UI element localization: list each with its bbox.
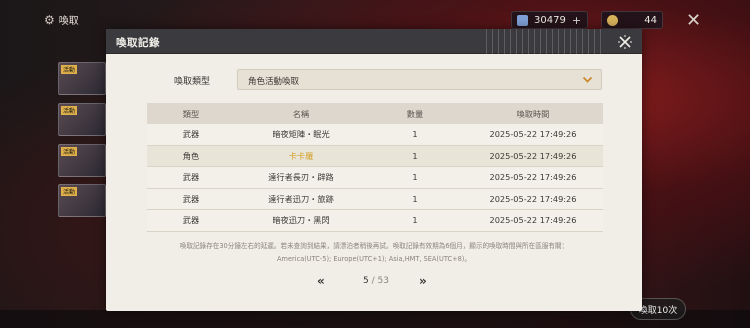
row-time: 2025-05-22 17:49:26 bbox=[489, 172, 577, 183]
banner-tab[interactable]: 活動 bbox=[58, 103, 106, 136]
next-page-icon[interactable]: » bbox=[419, 274, 427, 288]
banner-tab-tag: 活動 bbox=[61, 65, 78, 74]
prev-page-icon[interactable]: « bbox=[317, 274, 325, 288]
close-icon[interactable] bbox=[615, 32, 635, 52]
row-qty: 1 bbox=[412, 172, 418, 183]
banner-tab[interactable]: 活動 bbox=[58, 144, 106, 177]
row-name: 遠行者迅刀・旅跡 bbox=[268, 193, 334, 204]
currency-astrite[interactable]: 30479 + bbox=[511, 11, 588, 29]
table-row: 武器 暗夜矩陣・眠光 1 2025-05-22 17:49:26 bbox=[147, 124, 603, 146]
table-row: 角色 卡卡羅 1 2025-05-22 17:49:26 bbox=[147, 145, 603, 167]
table-row: 武器 遠行者長刃・辟路 1 2025-05-22 17:49:26 bbox=[147, 167, 603, 189]
currency-astrite-value: 30479 bbox=[534, 14, 566, 26]
pagination: « 5 / 53 » bbox=[106, 274, 642, 290]
top-title: ⚙ 喚取 bbox=[44, 12, 79, 28]
banner-tab-tag: 活動 bbox=[61, 106, 78, 115]
header-decoration bbox=[486, 29, 606, 54]
header-qty: 數量 bbox=[406, 108, 424, 119]
row-time: 2025-05-22 17:49:26 bbox=[489, 193, 577, 204]
currency-tide-value: 44 bbox=[644, 14, 657, 26]
row-time: 2025-05-22 17:49:26 bbox=[489, 215, 577, 226]
header-time: 喚取時間 bbox=[516, 108, 550, 119]
tide-icon bbox=[607, 14, 618, 26]
convene-type-dropdown[interactable]: 角色活動喚取 bbox=[237, 69, 602, 90]
table-row: 武器 遠行者迅刀・旅跡 1 2025-05-22 17:49:26 bbox=[147, 188, 603, 210]
astrite-icon bbox=[517, 14, 528, 26]
table-row: 武器 暗夜迅刀・黑閃 1 2025-05-22 17:49:26 bbox=[147, 210, 603, 232]
close-icon[interactable]: ✕ bbox=[686, 10, 701, 31]
banner-tab[interactable]: 活動 bbox=[58, 62, 106, 95]
row-qty: 1 bbox=[412, 129, 418, 140]
plus-icon[interactable]: + bbox=[572, 14, 581, 27]
row-name: 暗夜迅刀・黑閃 bbox=[272, 215, 330, 226]
row-qty: 1 bbox=[412, 150, 418, 161]
modal-title: 喚取記錄 bbox=[116, 37, 160, 49]
page-total: 53 bbox=[377, 276, 389, 286]
history-table: 類型 名稱 數量 喚取時間 武器 暗夜矩陣・眠光 1 2025-05-22 17… bbox=[147, 103, 603, 232]
modal-header: 喚取記錄 bbox=[106, 29, 642, 54]
note-line-2: America(UTC-5); Europe(UTC+1); Asia,HMT,… bbox=[277, 255, 471, 263]
close-x-glyph bbox=[618, 35, 632, 49]
table-header: 類型 名稱 數量 喚取時間 bbox=[147, 103, 603, 124]
dropdown-value: 角色活動喚取 bbox=[248, 77, 300, 87]
convene-history-modal: 喚取記錄 喚取類型 角色活動喚取 類型 名稱 數量 喚取時間 武器 暗夜矩陣・眠… bbox=[106, 29, 642, 311]
note-line-1: 喚取記錄存在30分鐘左右的延遲。若未查詢到結果，請漂泊者稍後再試。喚取記錄有效期… bbox=[179, 242, 569, 250]
banner-tab-tag: 活動 bbox=[61, 187, 78, 196]
row-type: 武器 bbox=[182, 129, 200, 140]
chevron-down-icon bbox=[582, 76, 593, 83]
row-type: 武器 bbox=[182, 193, 200, 204]
row-qty: 1 bbox=[412, 215, 418, 226]
banner-tab[interactable]: 活動 bbox=[58, 184, 106, 217]
row-name: 卡卡羅 bbox=[288, 150, 314, 161]
row-name: 暗夜矩陣・眠光 bbox=[272, 129, 330, 140]
row-name: 遠行者長刃・辟路 bbox=[268, 172, 334, 183]
banner-tab-tag: 活動 bbox=[61, 147, 78, 156]
gear-icon: ⚙ bbox=[44, 12, 55, 27]
top-title-label: 喚取 bbox=[58, 16, 79, 27]
row-time: 2025-05-22 17:49:26 bbox=[489, 129, 577, 140]
header-type: 類型 bbox=[182, 108, 200, 119]
row-type: 角色 bbox=[182, 150, 200, 161]
row-type: 武器 bbox=[182, 172, 200, 183]
history-note: 喚取記錄存在30分鐘左右的延遲。若未查詢到結果，請漂泊者稍後再試。喚取記錄有效期… bbox=[144, 240, 604, 266]
row-time: 2025-05-22 17:49:26 bbox=[489, 150, 577, 161]
row-qty: 1 bbox=[412, 193, 418, 204]
row-type: 武器 bbox=[182, 215, 200, 226]
currency-tide[interactable]: 44 bbox=[601, 11, 663, 29]
page-indicator: 5 / 53 bbox=[356, 276, 396, 286]
filter-label: 喚取類型 bbox=[174, 77, 211, 87]
header-name: 名稱 bbox=[292, 108, 310, 119]
page-separator: / bbox=[368, 276, 378, 286]
